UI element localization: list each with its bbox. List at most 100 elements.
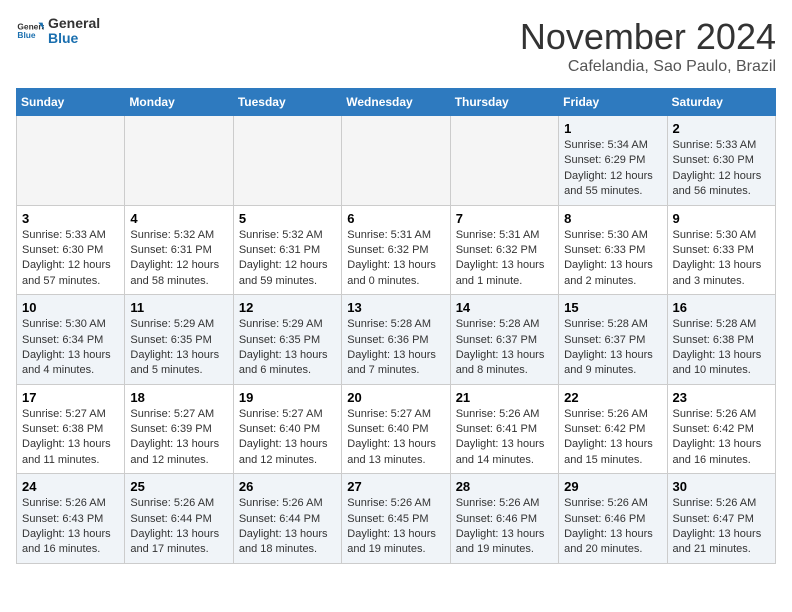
- header-row: SundayMondayTuesdayWednesdayThursdayFrid…: [17, 89, 776, 116]
- day-info: Sunrise: 5:27 AM Sunset: 6:38 PM Dayligh…: [22, 407, 119, 469]
- day-info: Sunrise: 5:30 AM Sunset: 6:34 PM Dayligh…: [22, 317, 119, 379]
- day-number: 11: [130, 300, 227, 315]
- day-info: Sunrise: 5:28 AM Sunset: 6:36 PM Dayligh…: [347, 317, 444, 379]
- logo-icon: General Blue: [16, 17, 44, 45]
- week-row-2: 3 Sunrise: 5:33 AM Sunset: 6:30 PM Daylig…: [17, 205, 776, 295]
- day-number: 6: [347, 211, 444, 226]
- day-number: 21: [456, 390, 553, 405]
- day-info: Sunrise: 5:33 AM Sunset: 6:30 PM Dayligh…: [22, 228, 119, 290]
- day-number: 28: [456, 479, 553, 494]
- calendar-cell: 8Sunrise: 5:30 AM Sunset: 6:33 PM Daylig…: [559, 205, 667, 295]
- day-number: 23: [673, 390, 770, 405]
- calendar-cell: 16 Sunrise: 5:28 AM Sunset: 6:38 PM Dayli…: [667, 295, 775, 385]
- day-info: Sunrise: 5:31 AM Sunset: 6:32 PM Dayligh…: [456, 228, 553, 290]
- day-number: 17: [22, 390, 119, 405]
- calendar-cell: 30 Sunrise: 5:26 AM Sunset: 6:47 PM Dayli…: [667, 474, 775, 564]
- calendar-cell: 19 Sunrise: 5:27 AM Sunset: 6:40 PM Dayli…: [233, 384, 341, 474]
- logo-general-text: General: [48, 16, 100, 31]
- day-number: 4: [130, 211, 227, 226]
- month-title: November 2024: [520, 16, 776, 58]
- day-number: 18: [130, 390, 227, 405]
- day-number: 7: [456, 211, 553, 226]
- calendar-cell: 22 Sunrise: 5:26 AM Sunset: 6:42 PM Dayli…: [559, 384, 667, 474]
- calendar-cell: 7 Sunrise: 5:31 AM Sunset: 6:32 PM Daylig…: [450, 205, 558, 295]
- calendar-cell: 2Sunrise: 5:33 AM Sunset: 6:30 PM Daylig…: [667, 116, 775, 206]
- day-number: 1: [564, 121, 661, 136]
- page-header: General Blue General Blue November 2024 …: [16, 16, 776, 76]
- header-day-sunday: Sunday: [17, 89, 125, 116]
- calendar-cell: [450, 116, 558, 206]
- day-info: Sunrise: 5:26 AM Sunset: 6:44 PM Dayligh…: [130, 496, 227, 558]
- day-info: Sunrise: 5:27 AM Sunset: 6:40 PM Dayligh…: [347, 407, 444, 469]
- header-day-saturday: Saturday: [667, 89, 775, 116]
- calendar-cell: [233, 116, 341, 206]
- week-row-3: 10Sunrise: 5:30 AM Sunset: 6:34 PM Dayli…: [17, 295, 776, 385]
- day-info: Sunrise: 5:28 AM Sunset: 6:38 PM Dayligh…: [673, 317, 770, 379]
- title-block: November 2024 Cafelandia, Sao Paulo, Bra…: [520, 16, 776, 76]
- header-day-monday: Monday: [125, 89, 233, 116]
- logo-blue-text: Blue: [48, 31, 100, 46]
- day-number: 19: [239, 390, 336, 405]
- calendar-cell: 18 Sunrise: 5:27 AM Sunset: 6:39 PM Dayli…: [125, 384, 233, 474]
- week-row-4: 17 Sunrise: 5:27 AM Sunset: 6:38 PM Dayli…: [17, 384, 776, 474]
- calendar-cell: 24 Sunrise: 5:26 AM Sunset: 6:43 PM Dayli…: [17, 474, 125, 564]
- day-info: Sunrise: 5:26 AM Sunset: 6:44 PM Dayligh…: [239, 496, 336, 558]
- day-info: Sunrise: 5:27 AM Sunset: 6:39 PM Dayligh…: [130, 407, 227, 469]
- calendar-cell: 4 Sunrise: 5:32 AM Sunset: 6:31 PM Daylig…: [125, 205, 233, 295]
- calendar-cell: 23 Sunrise: 5:26 AM Sunset: 6:42 PM Dayli…: [667, 384, 775, 474]
- day-info: Sunrise: 5:29 AM Sunset: 6:35 PM Dayligh…: [130, 317, 227, 379]
- calendar-cell: 12 Sunrise: 5:29 AM Sunset: 6:35 PM Dayli…: [233, 295, 341, 385]
- day-number: 29: [564, 479, 661, 494]
- calendar-cell: 15 Sunrise: 5:28 AM Sunset: 6:37 PM Dayli…: [559, 295, 667, 385]
- calendar-cell: 10Sunrise: 5:30 AM Sunset: 6:34 PM Dayli…: [17, 295, 125, 385]
- week-row-5: 24 Sunrise: 5:26 AM Sunset: 6:43 PM Dayli…: [17, 474, 776, 564]
- day-info: Sunrise: 5:31 AM Sunset: 6:32 PM Dayligh…: [347, 228, 444, 290]
- header-day-wednesday: Wednesday: [342, 89, 450, 116]
- calendar-cell: 9 Sunrise: 5:30 AM Sunset: 6:33 PM Daylig…: [667, 205, 775, 295]
- day-number: 9: [673, 211, 770, 226]
- day-info: Sunrise: 5:26 AM Sunset: 6:47 PM Dayligh…: [673, 496, 770, 558]
- day-number: 26: [239, 479, 336, 494]
- day-info: Sunrise: 5:28 AM Sunset: 6:37 PM Dayligh…: [564, 317, 661, 379]
- calendar-cell: 5Sunrise: 5:32 AM Sunset: 6:31 PM Daylig…: [233, 205, 341, 295]
- day-number: 15: [564, 300, 661, 315]
- calendar-cell: [342, 116, 450, 206]
- day-info: Sunrise: 5:28 AM Sunset: 6:37 PM Dayligh…: [456, 317, 553, 379]
- day-number: 25: [130, 479, 227, 494]
- day-number: 24: [22, 479, 119, 494]
- calendar-cell: 11 Sunrise: 5:29 AM Sunset: 6:35 PM Dayli…: [125, 295, 233, 385]
- calendar-table: SundayMondayTuesdayWednesdayThursdayFrid…: [16, 88, 776, 564]
- day-number: 20: [347, 390, 444, 405]
- day-info: Sunrise: 5:26 AM Sunset: 6:42 PM Dayligh…: [564, 407, 661, 469]
- day-info: Sunrise: 5:26 AM Sunset: 6:43 PM Dayligh…: [22, 496, 119, 558]
- calendar-cell: 1Sunrise: 5:34 AM Sunset: 6:29 PM Daylig…: [559, 116, 667, 206]
- day-number: 30: [673, 479, 770, 494]
- calendar-cell: 28 Sunrise: 5:26 AM Sunset: 6:46 PM Dayli…: [450, 474, 558, 564]
- day-number: 16: [673, 300, 770, 315]
- day-info: Sunrise: 5:32 AM Sunset: 6:31 PM Dayligh…: [239, 228, 336, 290]
- day-info: Sunrise: 5:32 AM Sunset: 6:31 PM Dayligh…: [130, 228, 227, 290]
- calendar-cell: [125, 116, 233, 206]
- calendar-cell: 13Sunrise: 5:28 AM Sunset: 6:36 PM Dayli…: [342, 295, 450, 385]
- day-info: Sunrise: 5:26 AM Sunset: 6:42 PM Dayligh…: [673, 407, 770, 469]
- calendar-cell: [17, 116, 125, 206]
- calendar-cell: 29Sunrise: 5:26 AM Sunset: 6:46 PM Dayli…: [559, 474, 667, 564]
- day-number: 22: [564, 390, 661, 405]
- day-info: Sunrise: 5:26 AM Sunset: 6:46 PM Dayligh…: [456, 496, 553, 558]
- day-info: Sunrise: 5:26 AM Sunset: 6:45 PM Dayligh…: [347, 496, 444, 558]
- day-number: 12: [239, 300, 336, 315]
- calendar-body: 1Sunrise: 5:34 AM Sunset: 6:29 PM Daylig…: [17, 116, 776, 564]
- header-day-thursday: Thursday: [450, 89, 558, 116]
- day-info: Sunrise: 5:29 AM Sunset: 6:35 PM Dayligh…: [239, 317, 336, 379]
- calendar-cell: 3 Sunrise: 5:33 AM Sunset: 6:30 PM Daylig…: [17, 205, 125, 295]
- day-number: 3: [22, 211, 119, 226]
- week-row-1: 1Sunrise: 5:34 AM Sunset: 6:29 PM Daylig…: [17, 116, 776, 206]
- day-info: Sunrise: 5:27 AM Sunset: 6:40 PM Dayligh…: [239, 407, 336, 469]
- calendar-cell: 21Sunrise: 5:26 AM Sunset: 6:41 PM Dayli…: [450, 384, 558, 474]
- day-info: Sunrise: 5:30 AM Sunset: 6:33 PM Dayligh…: [673, 228, 770, 290]
- calendar-cell: 25 Sunrise: 5:26 AM Sunset: 6:44 PM Dayli…: [125, 474, 233, 564]
- header-day-friday: Friday: [559, 89, 667, 116]
- day-number: 14: [456, 300, 553, 315]
- day-number: 27: [347, 479, 444, 494]
- calendar-cell: 20 Sunrise: 5:27 AM Sunset: 6:40 PM Dayli…: [342, 384, 450, 474]
